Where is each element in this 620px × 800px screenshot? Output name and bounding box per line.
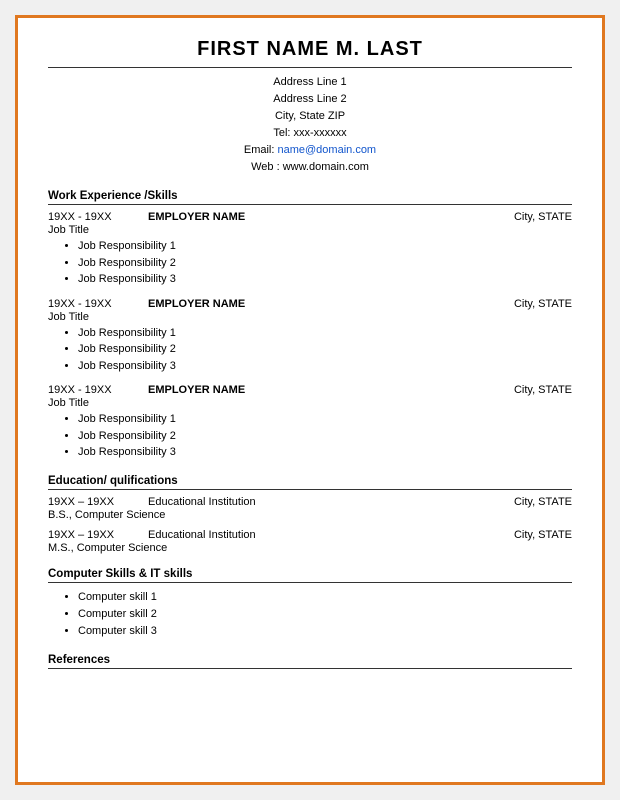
list-item: Computer skill 1 [78,589,572,606]
list-item: Job Responsibility 2 [78,428,572,445]
edu-institution-1: Educational Institution [148,496,492,508]
edu-location-2: City, STATE [492,529,572,541]
edu-header-1: 19XX – 19XX Educational Institution City… [48,496,572,508]
computer-skills-title: Computer Skills & IT skills [48,568,572,580]
web-line: Web : www.domain.com [48,159,572,176]
edu-degree-2: M.S., Computer Science [48,542,572,554]
job-responsibilities-1: Job Responsibility 1 Job Responsibility … [78,238,572,288]
resume-name: FIRST NAME M. LAST [48,38,572,61]
references-title: References [48,654,572,666]
references-section: References [48,654,572,669]
list-item: Computer skill 3 [78,623,572,640]
list-item: Job Responsibility 1 [78,238,572,255]
computer-skills-divider [48,582,572,583]
tel: Tel: xxx-xxxxxx [48,125,572,142]
edu-entry-1: 19XX – 19XX Educational Institution City… [48,496,572,521]
edu-institution-2: Educational Institution [148,529,492,541]
computer-skills-section: Computer Skills & IT skills Computer ski… [48,568,572,640]
contact-info: Address Line 1 Address Line 2 City, Stat… [48,74,572,176]
job-responsibilities-3: Job Responsibility 1 Job Responsibility … [78,411,572,461]
edu-degree-1: B.S., Computer Science [48,509,572,521]
job-header-3: 19XX - 19XX EMPLOYER NAME City, STATE [48,384,572,396]
job-header-1: 19XX - 19XX EMPLOYER NAME City, STATE [48,211,572,223]
job-location-3: City, STATE [492,384,572,396]
job-entry-1: 19XX - 19XX EMPLOYER NAME City, STATE Jo… [48,211,572,288]
job-employer-3: EMPLOYER NAME [148,384,492,396]
work-experience-section: Work Experience /Skills 19XX - 19XX EMPL… [48,190,572,461]
job-title-2: Job Title [48,311,572,323]
web-value: www.domain.com [283,161,369,173]
education-title: Education/ qulifications [48,475,572,487]
job-employer-1: EMPLOYER NAME [148,211,492,223]
skills-list: Computer skill 1 Computer skill 2 Comput… [78,589,572,640]
web-label: Web : [251,161,280,173]
address-line1: Address Line 1 [48,74,572,91]
job-entry-2: 19XX - 19XX EMPLOYER NAME City, STATE Jo… [48,298,572,375]
list-item: Job Responsibility 3 [78,444,572,461]
education-divider [48,489,572,490]
email-label: Email: [244,144,275,156]
header-divider [48,67,572,68]
job-location-1: City, STATE [492,211,572,223]
email-link[interactable]: name@domain.com [278,144,377,156]
edu-dates-1: 19XX – 19XX [48,496,128,508]
job-header-2: 19XX - 19XX EMPLOYER NAME City, STATE [48,298,572,310]
list-item: Job Responsibility 2 [78,341,572,358]
resume-document: FIRST NAME M. LAST Address Line 1 Addres… [15,15,605,785]
list-item: Job Responsibility 1 [78,411,572,428]
edu-location-1: City, STATE [492,496,572,508]
list-item: Job Responsibility 2 [78,255,572,272]
job-responsibilities-2: Job Responsibility 1 Job Responsibility … [78,325,572,375]
edu-dates-2: 19XX – 19XX [48,529,128,541]
list-item: Job Responsibility 3 [78,271,572,288]
list-item: Job Responsibility 1 [78,325,572,342]
list-item: Job Responsibility 3 [78,358,572,375]
job-dates-1: 19XX - 19XX [48,211,128,223]
city-state-zip: City, State ZIP [48,108,572,125]
address-line2: Address Line 2 [48,91,572,108]
job-dates-2: 19XX - 19XX [48,298,128,310]
list-item: Computer skill 2 [78,606,572,623]
job-title-1: Job Title [48,224,572,236]
job-entry-3: 19XX - 19XX EMPLOYER NAME City, STATE Jo… [48,384,572,461]
edu-header-2: 19XX – 19XX Educational Institution City… [48,529,572,541]
references-divider [48,668,572,669]
job-location-2: City, STATE [492,298,572,310]
job-employer-2: EMPLOYER NAME [148,298,492,310]
education-section: Education/ qulifications 19XX – 19XX Edu… [48,475,572,554]
job-dates-3: 19XX - 19XX [48,384,128,396]
job-title-3: Job Title [48,397,572,409]
work-experience-title: Work Experience /Skills [48,190,572,202]
work-experience-divider [48,204,572,205]
edu-entry-2: 19XX – 19XX Educational Institution City… [48,529,572,554]
email-line: Email: name@domain.com [48,142,572,159]
